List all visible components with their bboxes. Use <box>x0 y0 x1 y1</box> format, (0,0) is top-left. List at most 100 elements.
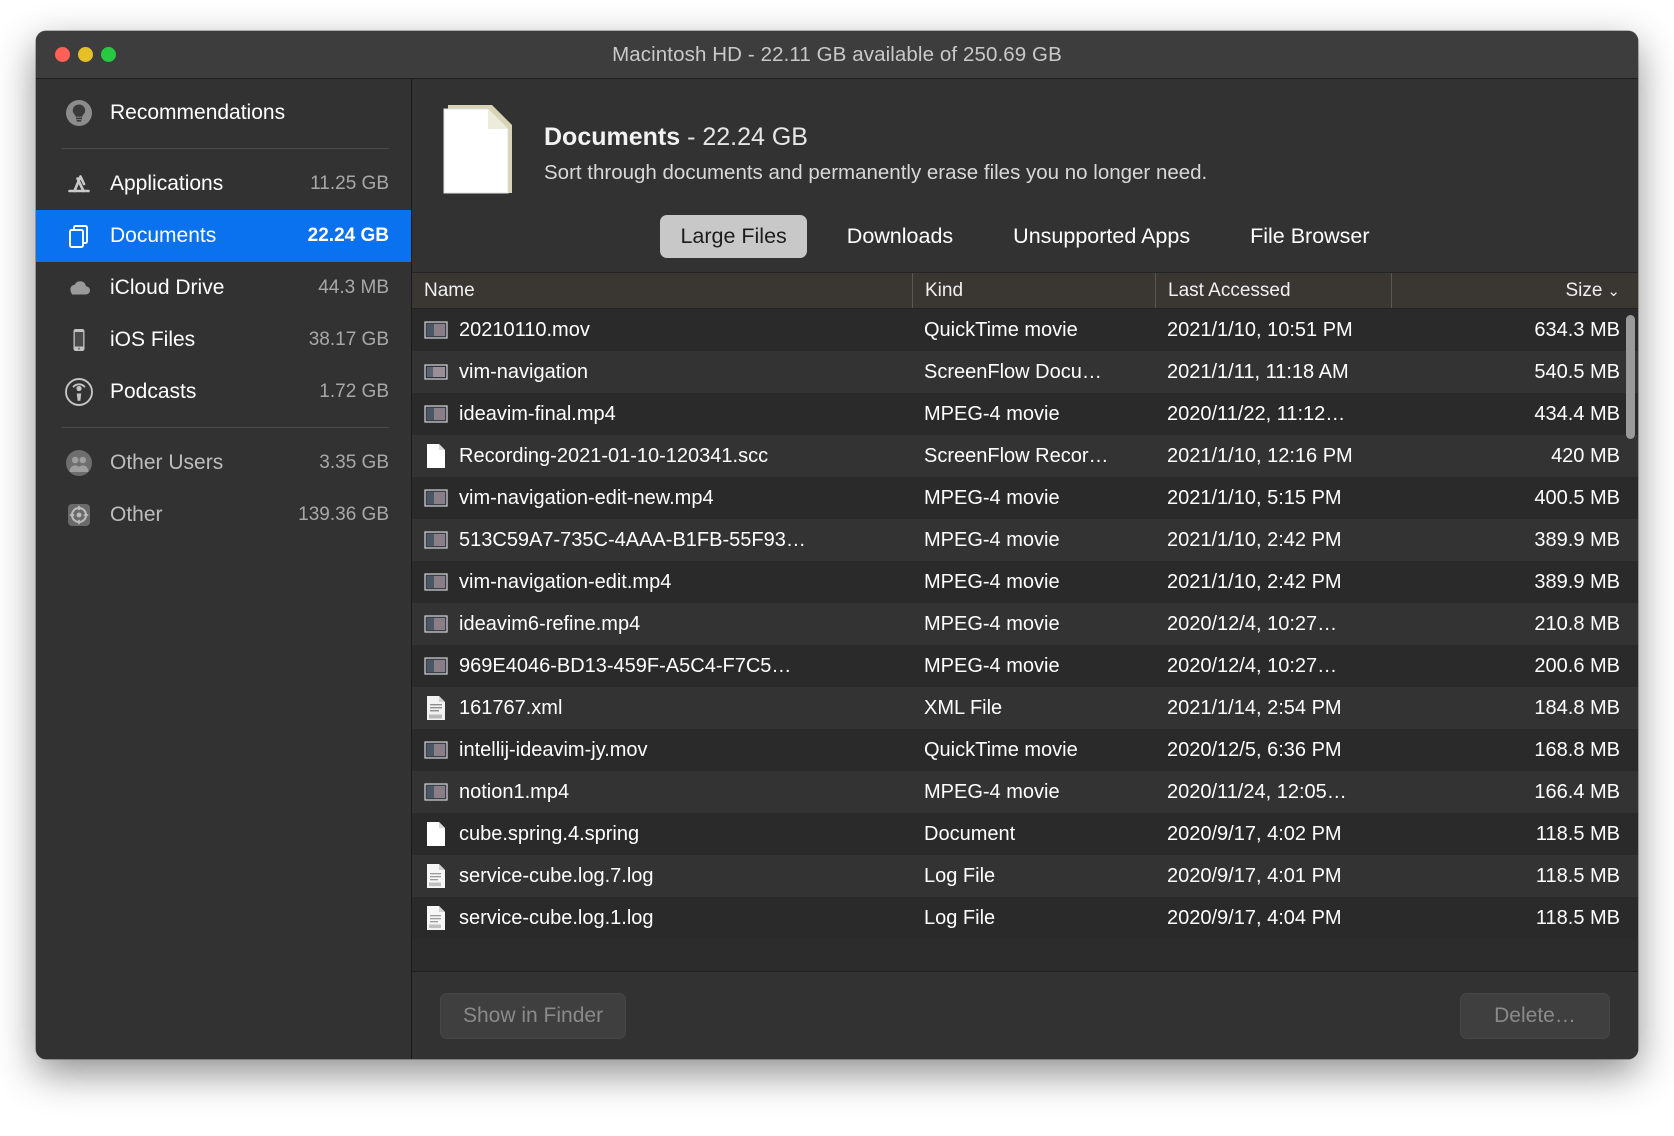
file-name: intellij-ideavim-jy.mov <box>459 738 648 761</box>
cell-kind: MPEG-4 movie <box>924 654 1060 677</box>
table-row[interactable]: 161767.xml XML File 2021/1/14, 2:54 PM 184.… <box>412 687 1638 729</box>
sidebar-divider-bottom <box>62 427 389 428</box>
movie-thumbnail-icon <box>424 653 448 679</box>
cell-size: 118.5 MB <box>1535 822 1620 845</box>
sidebar-item-documents[interactable]: Documents 22.24 GB <box>36 210 411 262</box>
file-name: ideavim-final.mp4 <box>459 402 616 425</box>
cell-last-accessed: 2021/1/14, 2:54 PM <box>1167 696 1342 719</box>
movie-thumbnail-icon <box>424 401 448 427</box>
sidebar-item-size: 139.36 GB <box>298 504 389 525</box>
movie-thumbnail-icon <box>424 485 448 511</box>
sidebar-item-label: Other <box>110 503 163 526</box>
maximize-button[interactable] <box>101 47 116 62</box>
cell-last-accessed: 2021/1/10, 2:42 PM <box>1167 570 1342 593</box>
show-in-finder-button[interactable]: Show in Finder <box>440 992 627 1039</box>
delete-button[interactable]: Delete… <box>1460 992 1610 1039</box>
cell-size: 420 MB <box>1551 444 1620 467</box>
blank-document-icon <box>424 821 448 847</box>
file-name: Recording-2021-01-10-120341.scc <box>459 444 769 467</box>
cell-kind: Log File <box>924 864 996 887</box>
cell-kind: MPEG-4 movie <box>924 780 1060 803</box>
gear-disc-icon <box>62 498 96 532</box>
column-header-name[interactable]: Name <box>412 273 912 308</box>
cell-kind: ScreenFlow Recor… <box>924 444 1109 467</box>
sidebar-item-size: 22.24 GB <box>307 225 389 246</box>
table-row[interactable]: vim-navigation-edit-new.mp4 MPEG-4 movie 2… <box>412 477 1638 519</box>
table-row[interactable]: intellij-ideavim-jy.mov QuickTime movie 20… <box>412 729 1638 771</box>
column-header-size-label: Size <box>1565 279 1603 301</box>
sidebar-item-other-users[interactable]: Other Users 3.35 GB <box>36 437 411 489</box>
cell-size: 389.9 MB <box>1534 570 1620 593</box>
table-row[interactable]: 20210110.mov QuickTime movie 2021/1/10, 10… <box>412 309 1638 351</box>
file-name: vim-navigation-edit-new.mp4 <box>459 486 714 509</box>
table-row[interactable]: cube.spring.4.spring Document 2020/9/17, 4… <box>412 813 1638 855</box>
cell-kind: XML File <box>924 696 1003 719</box>
cell-size: 166.4 MB <box>1534 780 1620 803</box>
cell-name: vim-navigation-edit-new.mp4 <box>412 485 912 511</box>
cell-last-accessed: 2020/12/4, 10:27… <box>1167 654 1338 677</box>
table-row[interactable]: service-cube.log.1.log Log File 2020/9/17,… <box>412 897 1638 939</box>
movie-thumbnail-icon <box>424 317 448 343</box>
table-row[interactable]: Recording-2021-01-10-120341.scc ScreenFlo… <box>412 435 1638 477</box>
document-file-icon <box>440 101 518 197</box>
cell-last-accessed: 2021/1/11, 11:18 AM <box>1167 360 1349 383</box>
cell-last-accessed: 2020/9/17, 4:04 PM <box>1167 906 1342 929</box>
sidebar-item-size: 3.35 GB <box>319 452 389 473</box>
movie-thumbnail-icon <box>424 779 448 805</box>
sidebar-item-ios-files[interactable]: iOS Files 38.17 GB <box>36 314 411 366</box>
table-row[interactable]: service-cube.log.7.log Log File 2020/9/17,… <box>412 855 1638 897</box>
tab-downloads[interactable]: Downloads <box>827 215 973 258</box>
close-button[interactable] <box>55 47 70 62</box>
table-row[interactable]: 969E4046-BD13-459F-A5C4-F7C5… MPEG-4 movi… <box>412 645 1638 687</box>
sidebar-item-other[interactable]: Other 139.36 GB <box>36 489 411 541</box>
column-header-size[interactable]: Size ⌄ <box>1391 273 1638 308</box>
sidebar-item-icloud-drive[interactable]: iCloud Drive 44.3 MB <box>36 262 411 314</box>
sidebar-item-recommendations[interactable]: Recommendations <box>36 87 411 139</box>
file-name: ideavim6-refine.mp4 <box>459 612 641 635</box>
sidebar-item-label: iCloud Drive <box>110 276 225 299</box>
cell-kind: QuickTime movie <box>924 318 1078 341</box>
cell-name: intellij-ideavim-jy.mov <box>412 737 912 763</box>
cloud-icon <box>62 271 96 305</box>
tab-large-files[interactable]: Large Files <box>660 215 807 258</box>
table-body: 20210110.mov QuickTime movie 2021/1/10, 10… <box>412 309 1638 971</box>
cell-name: vim-navigation-edit.mp4 <box>412 569 912 595</box>
sidebar-item-podcasts[interactable]: Podcasts 1.72 GB <box>36 366 411 418</box>
panel-header: Documents - 22.24 GB Sort through docume… <box>412 79 1638 205</box>
cell-kind: MPEG-4 movie <box>924 570 1060 593</box>
sidebar-item-label: Documents <box>110 224 217 247</box>
cell-last-accessed: 2021/1/10, 5:15 PM <box>1167 486 1342 509</box>
window-titlebar: Macintosh HD - 22.11 GB available of 250… <box>36 31 1638 79</box>
table-row[interactable]: notion1.mp4 MPEG-4 movie 2020/11/24, 12:05… <box>412 771 1638 813</box>
column-header-last-accessed[interactable]: Last Accessed <box>1155 273 1391 308</box>
table-row[interactable]: ideavim6-refine.mp4 MPEG-4 movie 2020/12/4… <box>412 603 1638 645</box>
sidebar-item-size: 1.72 GB <box>319 381 389 402</box>
file-name: service-cube.log.7.log <box>459 864 654 887</box>
cell-name: 969E4046-BD13-459F-A5C4-F7C5… <box>412 653 912 679</box>
cell-name: 20210110.mov <box>412 317 912 343</box>
cell-last-accessed: 2021/1/10, 10:51 PM <box>1167 318 1353 341</box>
table-row[interactable]: vim-navigation ScreenFlow Docu… 2021/1/11,… <box>412 351 1638 393</box>
cell-size: 184.8 MB <box>1534 696 1620 719</box>
cell-size: 200.6 MB <box>1534 654 1620 677</box>
cell-last-accessed: 2020/12/5, 6:36 PM <box>1167 738 1342 761</box>
vertical-scrollbar[interactable] <box>1626 315 1635 439</box>
column-header-kind[interactable]: Kind <box>912 273 1155 308</box>
tab-unsupported-apps[interactable]: Unsupported Apps <box>993 215 1210 258</box>
blank-document-icon <box>424 443 448 469</box>
cell-name: ideavim-final.mp4 <box>412 401 912 427</box>
sidebar: Recommendations Applications 11.25 GB Do… <box>36 79 412 1059</box>
movie-thumbnail-icon <box>424 569 448 595</box>
cell-size: 118.5 MB <box>1535 864 1620 887</box>
table-row[interactable]: ideavim-final.mp4 MPEG-4 movie 2020/11/22,… <box>412 393 1638 435</box>
minimize-button[interactable] <box>78 47 93 62</box>
cell-kind: Document <box>924 822 1016 845</box>
movie-thumbnail-icon <box>424 527 448 553</box>
users-icon <box>62 446 96 480</box>
table-row[interactable]: vim-navigation-edit.mp4 MPEG-4 movie 2021/… <box>412 561 1638 603</box>
sidebar-item-applications[interactable]: Applications 11.25 GB <box>36 158 411 210</box>
file-name: vim-navigation <box>459 360 588 383</box>
tab-file-browser[interactable]: File Browser <box>1230 215 1389 258</box>
table-row[interactable]: 513C59A7-735C-4AAA-B1FB-55F93… MPEG-4 mov… <box>412 519 1638 561</box>
sidebar-item-size: 11.25 GB <box>310 173 389 194</box>
